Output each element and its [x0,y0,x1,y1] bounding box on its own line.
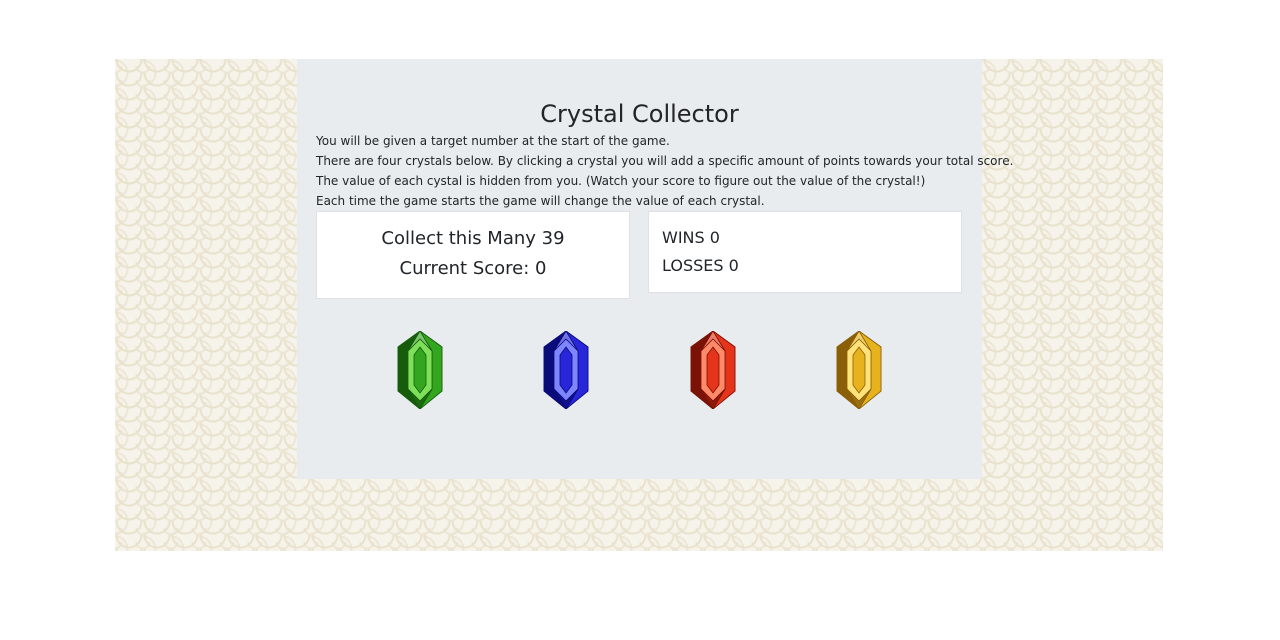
target-value: 39 [541,228,565,249]
instruction-line: There are four crystals below. By clicki… [316,154,1014,168]
target-line: Collect this Many 39 [317,224,629,254]
losses-value: 0 [728,256,739,275]
blue-crystal-button[interactable] [542,331,590,409]
losses-line: LOSSES 0 [662,252,961,280]
current-score-value: 0 [535,258,547,279]
crystal-facet [413,346,427,394]
crystal-facet [706,346,720,394]
crystal-row [297,329,982,409]
green-crystal-button[interactable] [396,331,444,409]
current-score-line: Current Score: 0 [317,254,629,284]
instruction-line: The value of each cystal is hidden from … [316,174,926,188]
wins-label: WINS [662,228,705,247]
page-title: Crystal Collector [540,100,739,128]
crystal-facet [559,346,573,394]
wins-line: WINS 0 [662,224,961,252]
losses-label: LOSSES [662,256,724,275]
crystal-facet [852,346,866,394]
red-crystal-button[interactable] [689,331,737,409]
instruction-line: Each time the game starts the game will … [316,194,765,208]
stats-box: WINS 0 LOSSES 0 [648,211,962,293]
instruction-line: You will be given a target number at the… [316,134,670,148]
score-box: Collect this Many 39 Current Score: 0 [316,211,630,299]
game-panel: Crystal Collector You will be given a ta… [297,59,1014,479]
current-score-label: Current Score: [399,258,530,279]
yellow-crystal-icon [836,331,882,409]
instructions: You will be given a target number at the… [316,131,1014,211]
yellow-crystal-button[interactable] [835,331,883,409]
wins-value: 0 [709,228,720,247]
red-crystal-icon [690,331,736,409]
blue-crystal-icon [543,331,589,409]
green-crystal-icon [397,331,443,409]
target-label: Collect this Many [381,228,536,249]
